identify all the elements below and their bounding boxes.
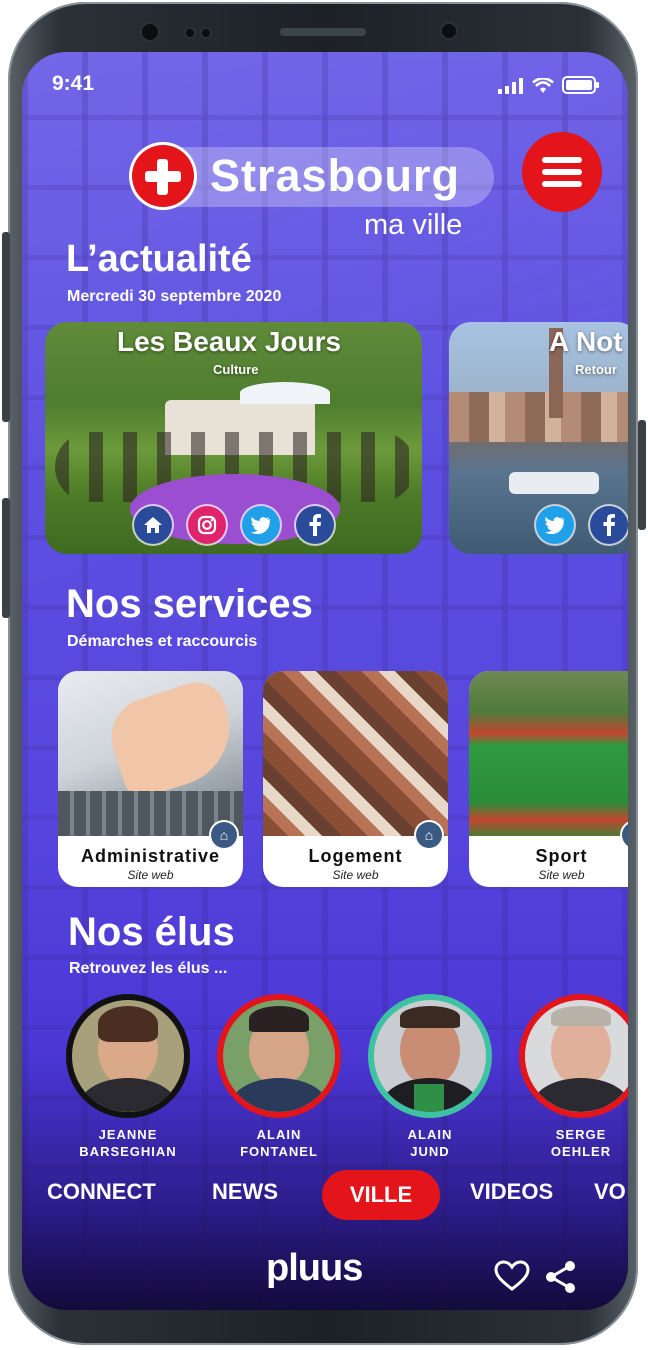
sensor: [442, 24, 456, 38]
twitter-icon[interactable]: [536, 506, 574, 544]
service-sub: Site web: [332, 868, 379, 882]
service-label: Administrative: [80, 846, 221, 866]
news-title: L’actualité: [66, 238, 252, 280]
wifi-icon: [532, 78, 554, 93]
sensor: [202, 29, 210, 37]
battery-icon: [562, 76, 599, 94]
service-card-logement[interactable]: ⌂ Logement Site web: [263, 671, 448, 887]
front-camera: [142, 24, 158, 40]
twitter-icon[interactable]: [242, 506, 280, 544]
facebook-icon[interactable]: [296, 506, 334, 544]
heart-icon[interactable]: [494, 1260, 530, 1292]
home-icon: ⌂: [211, 822, 237, 848]
services-subtitle: Démarches et raccourcis: [67, 633, 258, 650]
avatar: [519, 994, 628, 1118]
news-card-category: Culture: [213, 362, 259, 377]
elu-name: SERGE OEHLER: [550, 1127, 612, 1159]
side-button: [638, 420, 646, 530]
facebook-icon[interactable]: [590, 506, 628, 544]
tab-bar: CONNECT NEWS VILLE VIDEOS VO: [22, 1167, 628, 1227]
service-card-administrative[interactable]: ⌂ Administrative Site web: [58, 671, 243, 887]
swiss-cross-icon: [132, 145, 194, 207]
hamburger-menu-icon[interactable]: [522, 132, 602, 212]
services-title: Nos services: [66, 582, 313, 626]
city-name: Strasbourg: [210, 150, 461, 201]
tab-vo[interactable]: VO: [594, 1179, 626, 1205]
home-icon: ⌂: [416, 822, 442, 848]
avatar: [66, 994, 190, 1118]
tab-news[interactable]: NEWS: [212, 1179, 278, 1205]
status-time: 9:41: [52, 72, 95, 95]
news-card[interactable]: A Not Retour: [449, 322, 628, 554]
sensor: [186, 29, 194, 37]
news-card-category: Retour: [575, 362, 617, 377]
elu-name: JEANNE BARSEGHIAN: [79, 1127, 177, 1159]
avatar: [217, 994, 341, 1118]
app-screen: 9:41 Strasbourg ma ville L’actualité Mer…: [22, 52, 628, 1310]
speaker-grille: [280, 28, 366, 36]
signal-icon: [498, 78, 523, 94]
city-tagline: ma ville: [364, 209, 463, 241]
tab-connect[interactable]: CONNECT: [47, 1179, 156, 1205]
news-card[interactable]: Les Beaux Jours Culture: [45, 322, 422, 554]
service-card-sport[interactable]: ⌂ Sport Site web: [469, 671, 628, 887]
share-icon[interactable]: [544, 1260, 578, 1294]
brand-logo: pluus: [266, 1247, 363, 1289]
elus-title: Nos élus: [68, 910, 235, 954]
status-bar: 9:41: [22, 52, 628, 112]
avatar: [368, 994, 492, 1118]
service-sub: Site web: [538, 868, 585, 882]
tab-ville[interactable]: VILLE: [322, 1170, 440, 1220]
news-date: Mercredi 30 septembre 2020: [67, 288, 282, 305]
service-sub: Site web: [127, 868, 174, 882]
service-label: Sport: [535, 846, 588, 866]
side-button: [2, 498, 10, 618]
elus-subtitle: Retrouvez les élus ...: [69, 960, 228, 977]
side-button: [2, 232, 10, 422]
home-icon[interactable]: [134, 506, 172, 544]
elu-name: ALAIN FONTANEL: [240, 1127, 318, 1159]
news-card-title: Les Beaux Jours: [117, 326, 342, 357]
service-label: Logement: [308, 846, 403, 866]
instagram-icon[interactable]: [188, 506, 226, 544]
elu-name: ALAIN JUND: [407, 1127, 453, 1159]
news-card-title: A Not: [549, 326, 623, 357]
tab-videos[interactable]: VIDEOS: [470, 1179, 553, 1205]
